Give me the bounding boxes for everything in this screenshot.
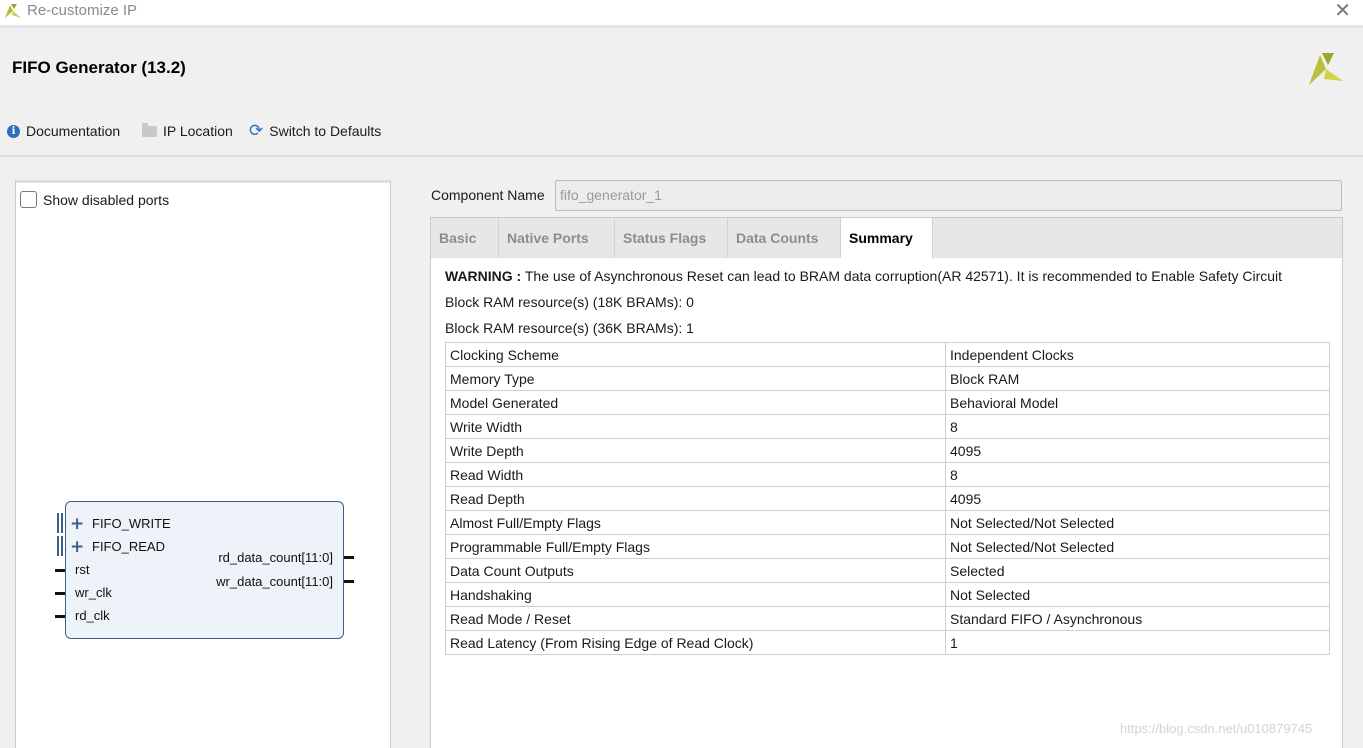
switch-to-defaults-button[interactable]: ⟳ Switch to Defaults	[249, 121, 382, 141]
bram-36k-info: Block RAM resource(s) (36K BRAMs): 1	[445, 320, 694, 336]
table-row: Handshaking Not Selected	[445, 582, 1330, 607]
documentation-button[interactable]: i Documentation	[7, 123, 120, 139]
close-icon[interactable]: ✕	[1334, 0, 1351, 20]
table-row: Almost Full/Empty Flags Not Selected/Not …	[445, 510, 1330, 535]
table-row: Programmable Full/Empty Flags Not Selecte…	[445, 534, 1330, 559]
expand-plus-icon[interactable]: +	[70, 539, 84, 556]
bus-interface-bar	[57, 513, 63, 533]
table-cell-value: 4095	[945, 438, 1330, 463]
output-pin	[344, 556, 354, 559]
table-cell-parameter: Read Depth	[445, 486, 946, 511]
info-icon: i	[7, 124, 20, 138]
warning-text: The use of Asynchronous Reset can lead t…	[524, 268, 1283, 284]
port-rst[interactable]: rst	[75, 562, 89, 577]
table-cell-value: Standard FIFO / Asynchronous	[945, 606, 1330, 631]
table-cell-parameter: Write Width	[445, 414, 946, 439]
table-row: Write Width 8	[445, 414, 1330, 439]
table-cell-value: 8	[945, 414, 1330, 439]
xilinx-logo-icon	[5, 4, 21, 18]
input-pin	[55, 569, 65, 572]
table-cell-value: Independent Clocks	[945, 342, 1330, 367]
table-row: Read Mode / Reset Standard FIFO / Asynchr…	[445, 606, 1330, 631]
table-cell-parameter: Data Count Outputs	[445, 558, 946, 583]
xilinx-logo-icon	[1309, 53, 1343, 85]
tab-status-flags[interactable]: Status Flags	[615, 218, 728, 258]
window-titlebar: Re-customize IP ✕	[0, 0, 1363, 28]
table-cell-parameter: Programmable Full/Empty Flags	[445, 534, 946, 559]
warning-label: WARNING :	[445, 268, 522, 284]
ip-location-button[interactable]: IP Location	[142, 122, 233, 139]
folder-icon	[142, 122, 157, 137]
table-row: Read Width 8	[445, 462, 1330, 487]
ip-header: FIFO Generator (13.2)	[0, 31, 1363, 101]
table-cell-value: 4095	[945, 486, 1330, 511]
show-disabled-ports-toggle[interactable]: Show disabled ports	[20, 191, 169, 208]
table-cell-value: 8	[945, 462, 1330, 487]
table-cell-value: Not Selected	[945, 582, 1330, 607]
table-cell-value: 1	[945, 630, 1330, 655]
refresh-icon: ⟳	[249, 121, 264, 141]
input-pin	[55, 615, 65, 618]
divider	[0, 155, 1363, 157]
bram-18k-info: Block RAM resource(s) (18K BRAMs): 0	[445, 294, 694, 310]
table-cell-value: Behavioral Model	[945, 390, 1330, 415]
table-cell-parameter: Model Generated	[445, 390, 946, 415]
port-wr-data-count[interactable]: wr_data_count[11:0]	[216, 574, 333, 589]
ip-toolbar: i Documentation IP Location ⟳ Switch to …	[0, 118, 1363, 146]
documentation-label: Documentation	[26, 123, 121, 139]
port-fifo-read[interactable]: FIFO_READ	[92, 539, 165, 554]
input-pin	[55, 592, 65, 595]
table-cell-parameter: Handshaking	[445, 582, 946, 607]
show-disabled-ports-label: Show disabled ports	[43, 191, 170, 208]
switch-defaults-label: Switch to Defaults	[269, 123, 382, 139]
port-rd-clk[interactable]: rd_clk	[75, 608, 110, 623]
watermark-text: https://blog.csdn.net/u010879745	[1120, 721, 1313, 736]
table-row: Model Generated Behavioral Model	[445, 390, 1330, 415]
ip-symbol-block: + FIFO_WRITE + FIFO_READ rst wr_clk rd_c…	[55, 501, 354, 639]
component-name-label: Component Name	[431, 187, 545, 203]
table-row: Write Depth 4095	[445, 438, 1330, 463]
table-row: Data Count Outputs Selected	[445, 558, 1330, 583]
table-cell-parameter: Read Width	[445, 462, 946, 487]
table-cell-value: Block RAM	[945, 366, 1330, 391]
summary-table: Clocking Scheme Independent Clocks Memory …	[445, 342, 1330, 655]
table-cell-parameter: Write Depth	[445, 438, 946, 463]
table-row: Read Latency (From Rising Edge of Read C…	[445, 630, 1330, 655]
table-cell-value: Selected	[945, 558, 1330, 583]
expand-plus-icon[interactable]: +	[70, 516, 84, 533]
table-row: Read Depth 4095	[445, 486, 1330, 511]
table-cell-parameter: Almost Full/Empty Flags	[445, 510, 946, 535]
component-name-input[interactable]: fifo_generator_1	[555, 180, 1342, 211]
tab-native-ports[interactable]: Native Ports	[499, 218, 615, 258]
window-title: Re-customize IP	[27, 2, 138, 19]
table-row: Memory Type Block RAM	[445, 366, 1330, 391]
warning-message: WARNING : The use of Asynchronous Reset …	[445, 268, 1282, 284]
tab-summary[interactable]: Summary	[841, 218, 933, 259]
tab-strip: Basic Native Ports Status Flags Data Cou…	[431, 218, 1342, 259]
output-pin	[344, 580, 354, 583]
table-cell-parameter: Read Mode / Reset	[445, 606, 946, 631]
tab-data-counts[interactable]: Data Counts	[728, 218, 841, 258]
ip-location-label: IP Location	[163, 123, 233, 139]
table-cell-parameter: Memory Type	[445, 366, 946, 391]
bus-interface-bar	[57, 536, 63, 556]
config-tabs-panel: Basic Native Ports Status Flags Data Cou…	[430, 217, 1343, 748]
tab-basic[interactable]: Basic	[431, 218, 499, 258]
table-row: Clocking Scheme Independent Clocks	[445, 342, 1330, 367]
ip-name-title: FIFO Generator (13.2)	[12, 58, 186, 77]
table-cell-value: Not Selected/Not Selected	[945, 534, 1330, 559]
port-wr-clk[interactable]: wr_clk	[75, 585, 112, 600]
ip-symbol-panel: Show disabled ports + FIFO_WRITE + FIFO_…	[15, 180, 391, 748]
port-rd-data-count[interactable]: rd_data_count[11:0]	[218, 550, 333, 565]
table-cell-value: Not Selected/Not Selected	[945, 510, 1330, 535]
port-fifo-write[interactable]: FIFO_WRITE	[92, 516, 171, 531]
table-cell-parameter: Clocking Scheme	[445, 342, 946, 367]
show-disabled-ports-checkbox[interactable]	[20, 191, 37, 208]
table-cell-parameter: Read Latency (From Rising Edge of Read C…	[445, 630, 946, 655]
